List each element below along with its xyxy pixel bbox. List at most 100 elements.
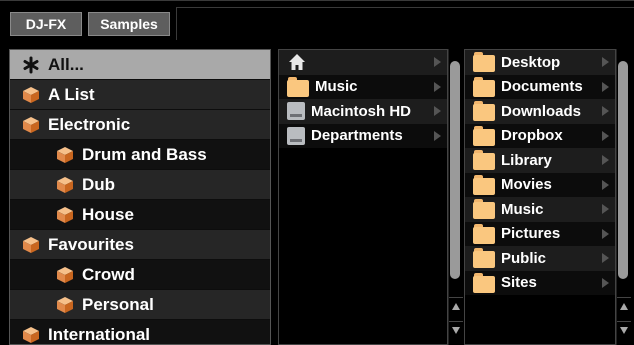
tree-item[interactable]: International [10, 320, 270, 344]
drive-icon [287, 126, 305, 145]
folder-item[interactable]: Documents [465, 74, 615, 99]
chevron-right-icon [602, 130, 609, 141]
tree-item[interactable]: Favourites [10, 230, 270, 260]
crate-tree: All... A List Electronic Drum and Bass Dub Ho… [9, 49, 271, 345]
location-item[interactable]: Macintosh HD [279, 99, 447, 124]
browser-panel: All... A List Electronic Drum and Bass Dub Ho… [0, 40, 634, 345]
chevron-right-icon [602, 179, 609, 190]
chevron-right-icon [602, 106, 609, 116]
folder-scroll-down-button[interactable] [617, 321, 631, 339]
folder-item[interactable]: Desktop [465, 50, 615, 75]
folder-item[interactable]: Public [465, 246, 615, 271]
folder-icon [473, 199, 495, 220]
folder-icon [473, 52, 495, 73]
folder-scroll-thumb[interactable] [618, 61, 628, 279]
tree-item[interactable]: Drum and Bass [10, 140, 270, 170]
folder-item-label: Public [501, 249, 547, 267]
folder-item[interactable]: Pictures [465, 221, 615, 246]
crate-icon [56, 266, 74, 284]
tree-item[interactable]: All... [10, 50, 270, 80]
location-item-label: Macintosh HD [311, 102, 412, 120]
location-item[interactable] [279, 50, 447, 75]
tree-item-label: A List [48, 84, 95, 104]
chevron-right-icon [434, 81, 441, 92]
tab-bar-spacer [176, 7, 634, 41]
location-scroll-thumb[interactable] [450, 61, 460, 279]
folder-item-label: Desktop [501, 53, 561, 71]
folder-item-label: Pictures [501, 225, 561, 243]
folder-icon [473, 272, 495, 293]
crate-icon [22, 116, 40, 134]
chevron-right-icon [434, 57, 441, 67]
asterisk-icon [22, 56, 40, 74]
tree-item-label: Electronic [48, 114, 131, 134]
chevron-right-icon [602, 277, 609, 288]
folder-item[interactable]: Library [465, 148, 615, 173]
tree-item-label: International [48, 324, 151, 344]
chevron-right-icon [434, 130, 441, 141]
folder-item-label: Music [501, 200, 544, 218]
crate-icon [22, 326, 40, 344]
tree-item-label: Drum and Bass [82, 144, 207, 164]
crate-icon [22, 86, 40, 104]
folder-scrollbar[interactable] [616, 49, 634, 345]
chevron-right-icon [602, 253, 609, 263]
folder-item-label: Documents [501, 78, 583, 96]
tree-item-label: Personal [82, 294, 154, 314]
tree-item[interactable]: Crowd [10, 260, 270, 290]
crate-icon [56, 146, 74, 164]
tab-bar: DJ-FX Samples [0, 0, 634, 41]
tab-samples[interactable]: Samples [88, 12, 170, 36]
crate-icon [56, 296, 74, 314]
location-item[interactable]: Departments [279, 123, 447, 148]
folder-icon [473, 223, 495, 244]
folder-item[interactable]: Downloads [465, 99, 615, 124]
crate-icon [56, 206, 74, 224]
tree-item-label: Dub [82, 174, 116, 194]
folder-item-label: Movies [501, 176, 552, 194]
folder-item-label: Downloads [501, 102, 582, 120]
folder-item[interactable]: Music [465, 197, 615, 222]
drive-icon [287, 102, 305, 121]
folder-icon [473, 76, 495, 97]
chevron-right-icon [602, 228, 609, 239]
tree-item[interactable]: House [10, 200, 270, 230]
folder-icon [473, 150, 495, 171]
location-scroll-up-button[interactable] [449, 297, 463, 315]
folder-item-label: Dropbox [501, 127, 563, 145]
folder-scroll-up-button[interactable] [617, 297, 631, 315]
folder-item-label: Sites [501, 274, 537, 292]
folder-item[interactable]: Sites [465, 270, 615, 295]
folder-icon [473, 125, 495, 146]
location-scrollbar[interactable] [448, 49, 463, 345]
tree-item-label: House [82, 204, 134, 224]
location-item[interactable]: Music [279, 74, 447, 99]
tree-item[interactable]: A List [10, 80, 270, 110]
folder-list: Desktop Documents Downloads Dropbox Library M… [464, 49, 616, 345]
folder-item-label: Library [501, 151, 552, 169]
home-icon [287, 52, 309, 72]
chevron-right-icon [602, 155, 609, 165]
tree-item-label: Favourites [48, 234, 134, 254]
chevron-right-icon [602, 57, 609, 67]
chevron-right-icon [602, 81, 609, 92]
crate-icon [56, 176, 74, 194]
folder-item[interactable]: Dropbox [465, 123, 615, 148]
tree-item[interactable]: Dub [10, 170, 270, 200]
folder-icon [473, 248, 495, 269]
location-scroll-down-button[interactable] [449, 321, 463, 339]
folder-icon [473, 174, 495, 195]
chevron-right-icon [602, 204, 609, 214]
folder-icon [287, 76, 309, 97]
chevron-right-icon [434, 106, 441, 116]
tree-item[interactable]: Personal [10, 290, 270, 320]
folder-icon [473, 101, 495, 122]
location-list: Music Macintosh HD Departments [278, 49, 448, 345]
tab-dj-fx[interactable]: DJ-FX [10, 12, 82, 36]
folder-item[interactable]: Movies [465, 172, 615, 197]
tree-item-label: Crowd [82, 264, 135, 284]
location-item-label: Departments [311, 127, 403, 145]
crate-icon [22, 236, 40, 254]
location-item-label: Music [315, 78, 358, 96]
tree-item[interactable]: Electronic [10, 110, 270, 140]
